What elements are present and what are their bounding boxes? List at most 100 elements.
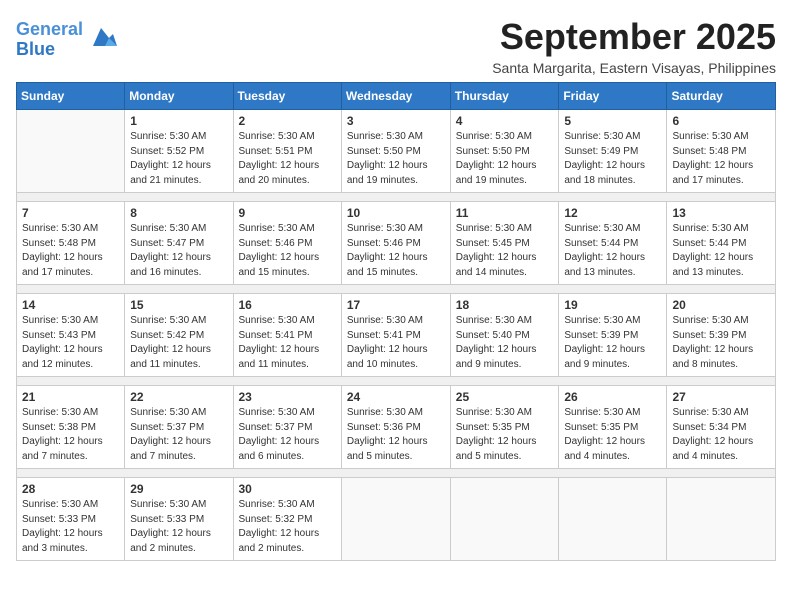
day-info: Sunrise: 5:30 AM Sunset: 5:42 PM Dayligh…	[130, 314, 227, 372]
day-number: 20	[672, 298, 770, 312]
calendar-cell	[341, 478, 450, 561]
day-info: Sunrise: 5:30 AM Sunset: 5:39 PM Dayligh…	[672, 314, 770, 372]
calendar-week-row: 14 Sunrise: 5:30 AM Sunset: 5:43 PM Dayli…	[17, 294, 776, 377]
day-number: 15	[130, 298, 227, 312]
day-number: 28	[22, 482, 119, 496]
logo-line1: General	[16, 19, 83, 39]
month-title: September 2025	[492, 16, 776, 58]
day-number: 11	[456, 206, 554, 220]
calendar-cell: 23 Sunrise: 5:30 AM Sunset: 5:37 PM Dayli…	[233, 386, 341, 469]
week-separator	[17, 377, 776, 386]
calendar-cell: 29 Sunrise: 5:30 AM Sunset: 5:33 PM Dayli…	[125, 478, 233, 561]
calendar-cell: 22 Sunrise: 5:30 AM Sunset: 5:37 PM Dayli…	[125, 386, 233, 469]
day-number: 30	[239, 482, 336, 496]
calendar-cell: 4 Sunrise: 5:30 AM Sunset: 5:50 PM Daylig…	[450, 110, 559, 193]
day-number: 10	[347, 206, 445, 220]
day-info: Sunrise: 5:30 AM Sunset: 5:37 PM Dayligh…	[130, 406, 227, 464]
calendar-cell: 15 Sunrise: 5:30 AM Sunset: 5:42 PM Dayli…	[125, 294, 233, 377]
calendar-cell: 9Sunrise: 5:30 AM Sunset: 5:46 PM Daylig…	[233, 202, 341, 285]
day-number: 3	[347, 114, 445, 128]
day-number: 7	[22, 206, 119, 220]
logo-line2: Blue	[16, 39, 55, 59]
day-info: Sunrise: 5:30 AM Sunset: 5:44 PM Dayligh…	[564, 222, 661, 280]
calendar-cell	[17, 110, 125, 193]
day-info: Sunrise: 5:30 AM Sunset: 5:40 PM Dayligh…	[456, 314, 554, 372]
calendar-day-header: Monday	[125, 83, 233, 110]
calendar-cell: 7 Sunrise: 5:30 AM Sunset: 5:48 PM Daylig…	[17, 202, 125, 285]
calendar-cell: 25Sunrise: 5:30 AM Sunset: 5:35 PM Dayli…	[450, 386, 559, 469]
day-info: Sunrise: 5:30 AM Sunset: 5:41 PM Dayligh…	[239, 314, 336, 372]
calendar-cell: 6Sunrise: 5:30 AM Sunset: 5:48 PM Daylig…	[667, 110, 776, 193]
day-info: Sunrise: 5:30 AM Sunset: 5:32 PM Dayligh…	[239, 498, 336, 556]
calendar-cell: 5 Sunrise: 5:30 AM Sunset: 5:49 PM Daylig…	[559, 110, 667, 193]
day-number: 24	[347, 390, 445, 404]
title-area: September 2025 Santa Margarita, Eastern …	[492, 16, 776, 76]
day-info: Sunrise: 5:30 AM Sunset: 5:41 PM Dayligh…	[347, 314, 445, 372]
calendar-cell: 2 Sunrise: 5:30 AM Sunset: 5:51 PM Daylig…	[233, 110, 341, 193]
day-info: Sunrise: 5:30 AM Sunset: 5:52 PM Dayligh…	[130, 130, 227, 188]
day-number: 21	[22, 390, 119, 404]
calendar-cell: 14 Sunrise: 5:30 AM Sunset: 5:43 PM Dayli…	[17, 294, 125, 377]
day-info: Sunrise: 5:30 AM Sunset: 5:50 PM Dayligh…	[347, 130, 445, 188]
day-number: 16	[239, 298, 336, 312]
day-info: Sunrise: 5:30 AM Sunset: 5:39 PM Dayligh…	[564, 314, 661, 372]
day-number: 29	[130, 482, 227, 496]
day-number: 4	[456, 114, 554, 128]
calendar-cell: 11 Sunrise: 5:30 AM Sunset: 5:45 PM Dayli…	[450, 202, 559, 285]
day-number: 23	[239, 390, 336, 404]
calendar-table: SundayMondayTuesdayWednesdayThursdayFrid…	[16, 82, 776, 561]
day-number: 1	[130, 114, 227, 128]
day-info: Sunrise: 5:30 AM Sunset: 5:45 PM Dayligh…	[456, 222, 554, 280]
calendar-week-row: 21Sunrise: 5:30 AM Sunset: 5:38 PM Dayli…	[17, 386, 776, 469]
week-separator	[17, 193, 776, 202]
calendar-cell: 16 Sunrise: 5:30 AM Sunset: 5:41 PM Dayli…	[233, 294, 341, 377]
day-number: 5	[564, 114, 661, 128]
calendar-cell	[667, 478, 776, 561]
calendar-day-header: Wednesday	[341, 83, 450, 110]
day-number: 22	[130, 390, 227, 404]
calendar-cell: 17 Sunrise: 5:30 AM Sunset: 5:41 PM Dayli…	[341, 294, 450, 377]
calendar-day-header: Friday	[559, 83, 667, 110]
day-info: Sunrise: 5:30 AM Sunset: 5:47 PM Dayligh…	[130, 222, 227, 280]
calendar-cell: 8 Sunrise: 5:30 AM Sunset: 5:47 PM Daylig…	[125, 202, 233, 285]
day-info: Sunrise: 5:30 AM Sunset: 5:50 PM Dayligh…	[456, 130, 554, 188]
logo-icon	[85, 24, 117, 52]
calendar-cell: 10 Sunrise: 5:30 AM Sunset: 5:46 PM Dayli…	[341, 202, 450, 285]
day-info: Sunrise: 5:30 AM Sunset: 5:51 PM Dayligh…	[239, 130, 336, 188]
day-number: 14	[22, 298, 119, 312]
day-info: Sunrise: 5:30 AM Sunset: 5:44 PM Dayligh…	[672, 222, 770, 280]
day-info: Sunrise: 5:30 AM Sunset: 5:46 PM Dayligh…	[347, 222, 445, 280]
calendar-cell: 3 Sunrise: 5:30 AM Sunset: 5:50 PM Daylig…	[341, 110, 450, 193]
week-separator	[17, 285, 776, 294]
calendar-week-row: 7 Sunrise: 5:30 AM Sunset: 5:48 PM Daylig…	[17, 202, 776, 285]
week-separator	[17, 469, 776, 478]
calendar-cell: 26Sunrise: 5:30 AM Sunset: 5:35 PM Dayli…	[559, 386, 667, 469]
day-info: Sunrise: 5:30 AM Sunset: 5:43 PM Dayligh…	[22, 314, 119, 372]
day-info: Sunrise: 5:30 AM Sunset: 5:46 PM Dayligh…	[239, 222, 336, 280]
day-info: Sunrise: 5:30 AM Sunset: 5:33 PM Dayligh…	[130, 498, 227, 556]
calendar-cell: 19 Sunrise: 5:30 AM Sunset: 5:39 PM Dayli…	[559, 294, 667, 377]
logo: General Blue	[16, 20, 117, 60]
day-number: 2	[239, 114, 336, 128]
day-info: Sunrise: 5:30 AM Sunset: 5:35 PM Dayligh…	[564, 406, 661, 464]
day-info: Sunrise: 5:30 AM Sunset: 5:34 PM Dayligh…	[672, 406, 770, 464]
calendar-cell: 20 Sunrise: 5:30 AM Sunset: 5:39 PM Dayli…	[667, 294, 776, 377]
calendar-day-header: Sunday	[17, 83, 125, 110]
day-number: 19	[564, 298, 661, 312]
day-number: 6	[672, 114, 770, 128]
day-number: 13	[672, 206, 770, 220]
day-info: Sunrise: 5:30 AM Sunset: 5:37 PM Dayligh…	[239, 406, 336, 464]
calendar-cell: 27Sunrise: 5:30 AM Sunset: 5:34 PM Dayli…	[667, 386, 776, 469]
day-number: 8	[130, 206, 227, 220]
calendar-cell: 18Sunrise: 5:30 AM Sunset: 5:40 PM Dayli…	[450, 294, 559, 377]
calendar-cell: 21Sunrise: 5:30 AM Sunset: 5:38 PM Dayli…	[17, 386, 125, 469]
calendar-cell	[450, 478, 559, 561]
calendar-week-row: 28 Sunrise: 5:30 AM Sunset: 5:33 PM Dayli…	[17, 478, 776, 561]
day-number: 25	[456, 390, 554, 404]
day-info: Sunrise: 5:30 AM Sunset: 5:48 PM Dayligh…	[22, 222, 119, 280]
calendar-day-header: Tuesday	[233, 83, 341, 110]
day-number: 17	[347, 298, 445, 312]
calendar-day-header: Saturday	[667, 83, 776, 110]
calendar-cell: 12Sunrise: 5:30 AM Sunset: 5:44 PM Dayli…	[559, 202, 667, 285]
day-info: Sunrise: 5:30 AM Sunset: 5:49 PM Dayligh…	[564, 130, 661, 188]
